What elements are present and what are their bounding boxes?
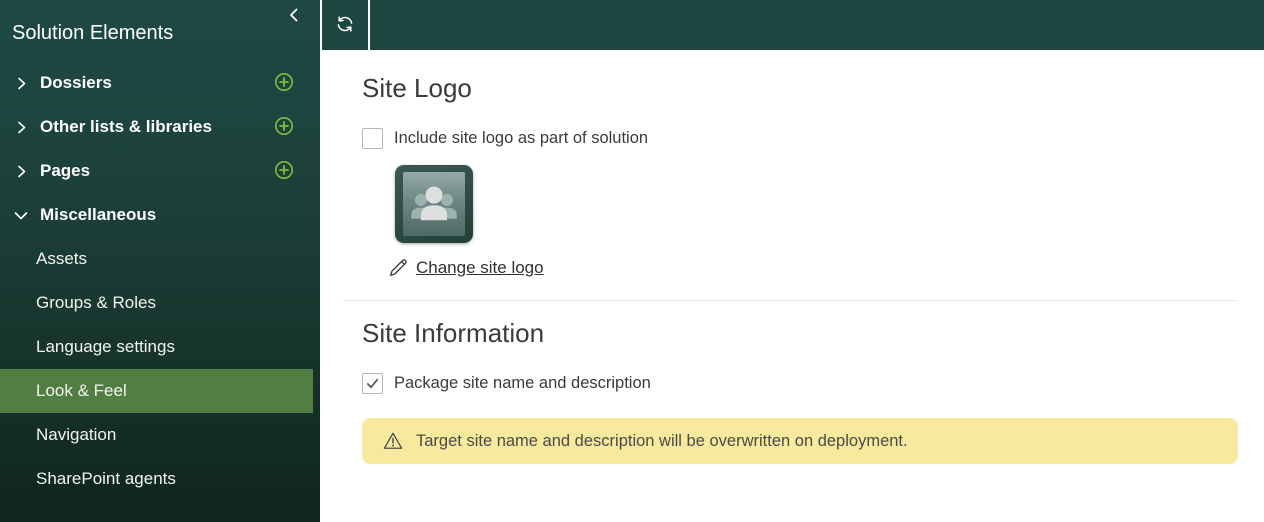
toolbar <box>322 0 1264 50</box>
toolbar-separator <box>368 0 370 50</box>
plus-circle-icon <box>274 160 294 183</box>
warning-message: Target site name and description will be… <box>416 431 908 450</box>
include-site-logo-checkbox[interactable] <box>362 128 383 149</box>
sidebar-item-label: SharePoint agents <box>36 469 176 488</box>
site-information-heading: Site Information <box>362 318 545 348</box>
chevron-left-icon <box>286 8 302 26</box>
add-page-button[interactable] <box>273 160 294 183</box>
people-group-icon <box>403 172 465 236</box>
sidebar-item-groups-roles[interactable]: Groups & Roles <box>0 281 320 325</box>
sidebar-collapse-button[interactable] <box>282 4 306 28</box>
settings-panel: Site Logo Include site logo as part of s… <box>320 50 1264 522</box>
sidebar: Solution Elements Dossiers Other lists &… <box>0 0 320 522</box>
sidebar-group-label: Miscellaneous <box>40 205 157 224</box>
sidebar-title: Solution Elements <box>12 22 174 44</box>
sidebar-item-label: Assets <box>36 249 88 268</box>
checkmark-icon <box>366 378 379 389</box>
sidebar-item-label: Look & Feel <box>36 381 127 400</box>
sync-icon <box>334 13 356 38</box>
sidebar-item-label: Groups & Roles <box>36 293 156 312</box>
site-logo-image <box>395 165 473 243</box>
plus-circle-icon <box>274 72 294 95</box>
sidebar-group-dossiers[interactable]: Dossiers <box>0 61 320 105</box>
warning-banner: Target site name and description will be… <box>362 418 1238 464</box>
pencil-icon <box>388 257 409 278</box>
main-column: Site Logo Include site logo as part of s… <box>320 0 1264 522</box>
chevron-right-icon <box>14 164 28 178</box>
warning-triangle-icon <box>382 430 404 452</box>
sidebar-item-language-settings[interactable]: Language settings <box>0 325 320 369</box>
chevron-right-icon <box>14 120 28 134</box>
chevron-down-icon <box>14 208 28 222</box>
sidebar-group-other-lists[interactable]: Other lists & libraries <box>0 105 320 149</box>
sidebar-item-assets[interactable]: Assets <box>0 237 320 281</box>
sidebar-item-navigation[interactable]: Navigation <box>0 413 320 457</box>
section-divider <box>343 300 1238 301</box>
chevron-right-icon <box>14 76 28 90</box>
sidebar-group-label: Pages <box>40 161 91 180</box>
sidebar-group-miscellaneous[interactable]: Miscellaneous <box>0 193 320 237</box>
include-site-logo-label: Include site logo as part of solution <box>394 129 649 147</box>
sidebar-item-label: Navigation <box>36 425 117 444</box>
site-logo-heading: Site Logo <box>362 73 472 103</box>
package-site-name-row: Package site name and description <box>362 373 1238 394</box>
package-site-name-checkbox[interactable] <box>362 373 383 394</box>
sidebar-group-label: Dossiers <box>40 73 112 92</box>
sidebar-item-look-feel[interactable]: Look & Feel <box>0 369 313 413</box>
sidebar-group-pages[interactable]: Pages <box>0 149 320 193</box>
refresh-button[interactable] <box>322 0 368 50</box>
add-dossier-button[interactable] <box>273 72 294 95</box>
sidebar-nav: Dossiers Other lists & libraries Pages M… <box>0 61 320 501</box>
plus-circle-icon <box>274 116 294 139</box>
sidebar-item-label: Language settings <box>36 337 175 356</box>
include-site-logo-row: Include site logo as part of solution <box>362 128 1238 149</box>
sidebar-group-label: Other lists & libraries <box>40 117 212 136</box>
change-site-logo-label: Change site logo <box>416 257 544 277</box>
sidebar-item-sharepoint-agents[interactable]: SharePoint agents <box>0 457 320 501</box>
app-window: Solution Elements Dossiers Other lists &… <box>0 0 1264 522</box>
change-site-logo-link[interactable]: Change site logo <box>388 257 1238 278</box>
package-site-name-label: Package site name and description <box>394 374 651 392</box>
add-list-button[interactable] <box>273 116 294 139</box>
